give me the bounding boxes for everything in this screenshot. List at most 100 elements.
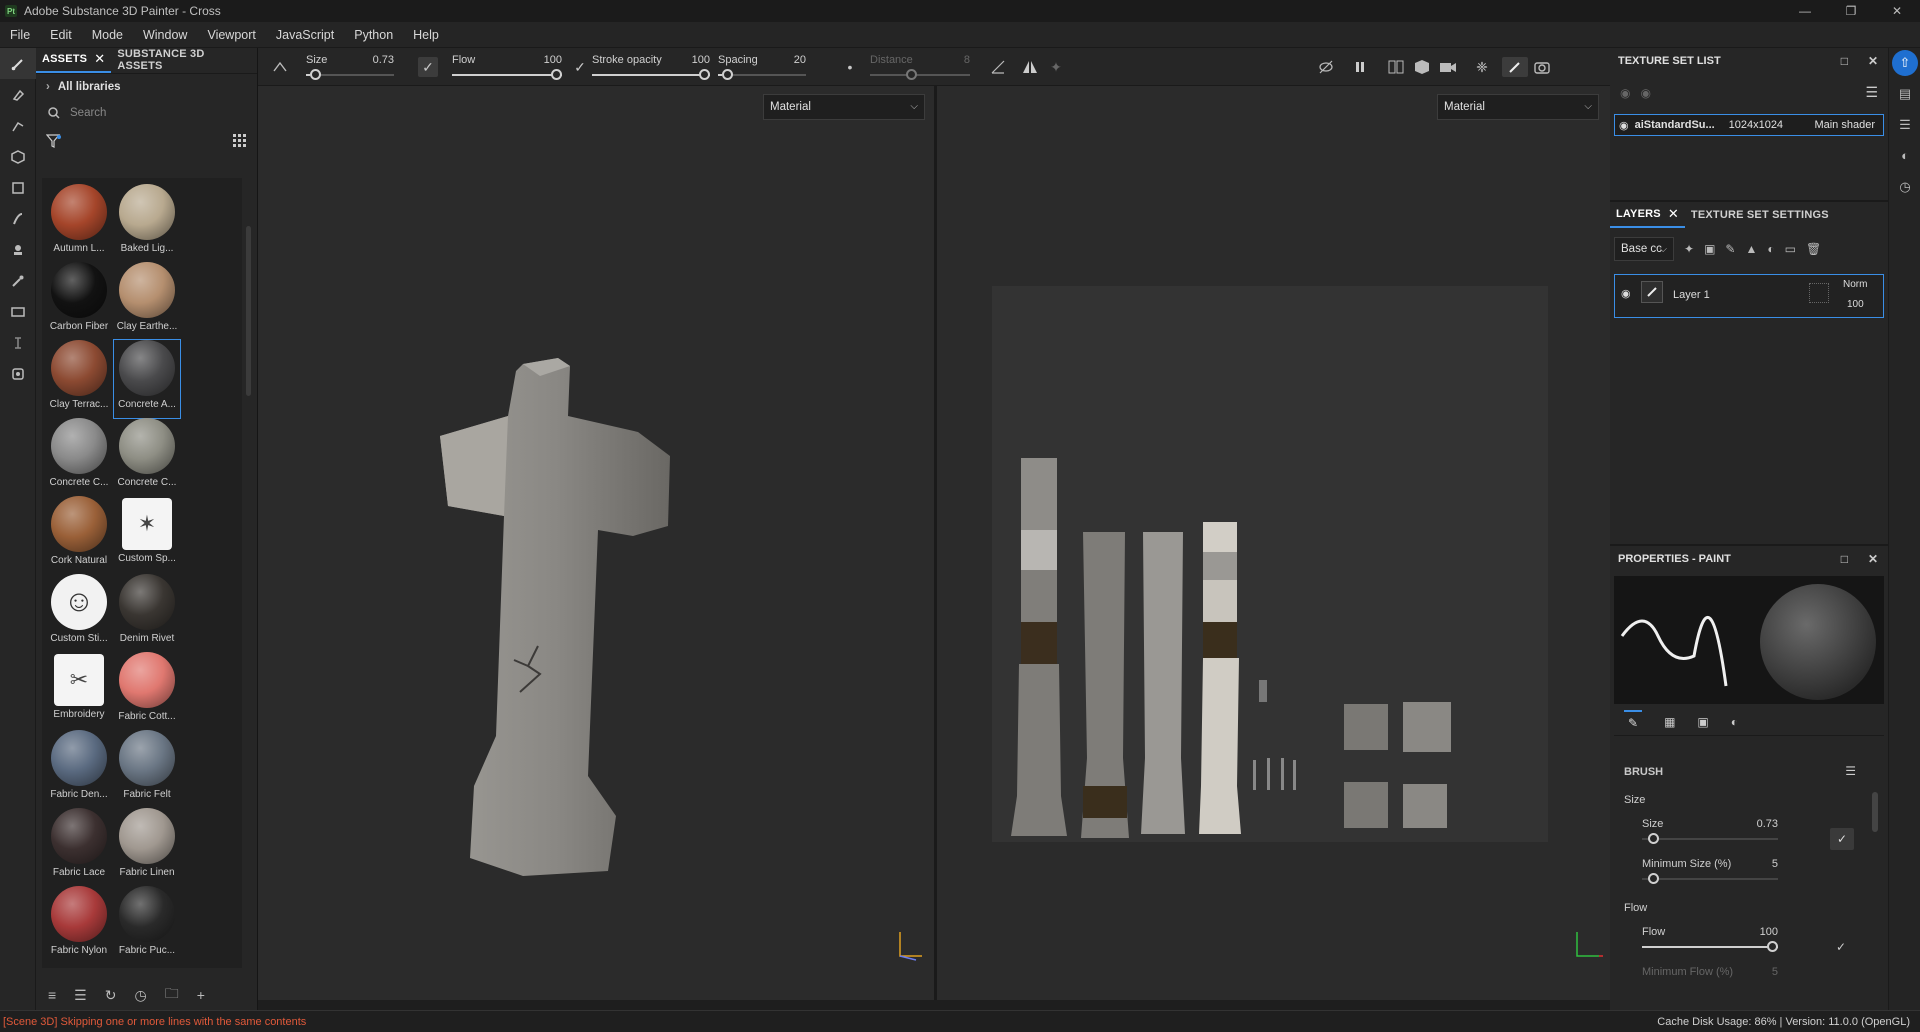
paint-brush-tool-icon[interactable] (0, 48, 36, 79)
asset-item[interactable]: ✂ Embroidery (46, 652, 112, 730)
layer-row[interactable]: ◉ Layer 1 Norm 100 (1614, 274, 1884, 318)
viewport-3d[interactable]: Material ⌵ (258, 86, 934, 1000)
add-effect-icon[interactable]: ✦ (1684, 242, 1694, 256)
folder-icon[interactable]: 🗀 (165, 983, 179, 1007)
menu-file[interactable]: File (0, 28, 40, 42)
eraser-tool-icon[interactable] (0, 79, 36, 110)
stencil-tab-icon[interactable]: ▣ (1697, 715, 1708, 729)
min-size-slider[interactable]: Minimum Size (%) 5 (1642, 856, 1778, 886)
bake-tool-icon[interactable] (0, 358, 36, 389)
asset-item[interactable]: Concrete C... (114, 418, 180, 496)
list-view-icon[interactable]: ≡ (48, 987, 56, 1003)
prop-flow-knob[interactable] (1767, 941, 1778, 952)
symmetry-brush-icon[interactable] (270, 57, 290, 77)
grid-view-icon[interactable] (233, 134, 247, 148)
pen-pressure-flow-icon[interactable]: ✓ (570, 57, 590, 77)
material-picker-tool-icon[interactable] (0, 296, 36, 327)
display-mode-cube-icon[interactable] (1412, 57, 1432, 77)
filter-icon[interactable] (46, 134, 62, 148)
pause-icon[interactable] (1350, 57, 1370, 77)
cross-model[interactable] (258, 86, 934, 1000)
float-panel-icon[interactable]: □ (1841, 54, 1848, 68)
asset-item[interactable]: Cork Natural (46, 496, 112, 574)
brush-presets-menu-icon[interactable]: ☰ (1845, 764, 1856, 778)
tab-texture-set-settings[interactable]: TEXTURE SET SETTINGS (1685, 202, 1835, 228)
asset-item[interactable]: Baked Lig... (114, 184, 180, 262)
geometry-fill-tool-icon[interactable] (0, 141, 36, 172)
smudge-tool-icon[interactable] (0, 203, 36, 234)
viewport-2d[interactable]: Material ⌵ (937, 86, 1610, 1000)
asset-item[interactable]: Fabric Puc... (114, 886, 180, 964)
close-button[interactable]: ✕ (1874, 0, 1920, 22)
menu-python[interactable]: Python (344, 28, 403, 42)
alpha-tab-icon[interactable]: ▦ (1664, 715, 1675, 729)
stroke-opacity-slider[interactable]: Stroke opacity 100 (592, 52, 710, 82)
asset-item[interactable]: Fabric Linen (114, 808, 180, 886)
asset-item[interactable]: ☺ Custom Sti... (46, 574, 112, 652)
spacing-knob[interactable] (722, 69, 733, 80)
menu-edit[interactable]: Edit (40, 28, 82, 42)
min-size-knob[interactable] (1648, 873, 1659, 884)
split-view-icon[interactable] (1386, 57, 1406, 77)
tab-assets[interactable]: ASSETS ✕ (36, 47, 112, 73)
asset-item[interactable]: Carbon Fiber (46, 262, 112, 340)
share-export-icon[interactable]: ⇧ (1892, 50, 1918, 76)
add-mask-icon[interactable]: ▣ (1704, 242, 1715, 256)
lazy-mouse-icon[interactable]: • (840, 57, 860, 77)
asset-item[interactable]: Clay Terrac... (46, 340, 112, 418)
distance-knob[interactable] (906, 69, 917, 80)
minimize-button[interactable]: — (1782, 0, 1828, 22)
asset-item[interactable]: Concrete C... (46, 418, 112, 496)
painting-mode-icon[interactable] (1502, 57, 1528, 77)
details-view-icon[interactable]: ☰ (74, 987, 87, 1004)
pen-pressure-size-icon[interactable]: ✓ (418, 57, 438, 77)
layers-icon[interactable]: ☰ (1889, 109, 1920, 140)
asset-item[interactable]: Fabric Den... (46, 730, 112, 808)
channel-dropdown[interactable]: Base cc ⌵ (1614, 237, 1674, 261)
float-panel-icon[interactable]: □ (1841, 552, 1848, 566)
hide-ui-icon[interactable] (1316, 57, 1336, 77)
eye-icon[interactable]: ◉ (1619, 119, 1629, 132)
asset-item[interactable]: Concrete A... (113, 339, 181, 419)
layer-visibility-eye-icon[interactable]: ◉ (1621, 287, 1631, 300)
material-tab-icon[interactable]: ◐ (1731, 715, 1738, 729)
refresh-icon[interactable]: ↻ (105, 987, 117, 1004)
stroke-opacity-knob[interactable] (699, 69, 710, 80)
add-fill-layer-icon[interactable]: ▲ (1745, 242, 1757, 256)
menu-help[interactable]: Help (403, 28, 449, 42)
tab-substance-3d-assets[interactable]: SUBSTANCE 3D ASSETS (111, 47, 257, 73)
delete-layer-icon[interactable]: 🗑 (1806, 242, 1821, 256)
add-icon[interactable]: + (197, 987, 205, 1003)
layer-mask-slot[interactable] (1809, 283, 1829, 303)
color-picker-tool-icon[interactable] (0, 265, 36, 296)
symmetry-icon[interactable] (1020, 57, 1040, 77)
menu-viewport[interactable]: Viewport (197, 28, 265, 42)
pen-pressure-flow-toggle[interactable]: ✓ (1836, 940, 1846, 954)
menu-window[interactable]: Window (133, 28, 197, 42)
add-paint-layer-icon[interactable]: ✎ (1725, 242, 1735, 256)
tab-layers[interactable]: LAYERS ✕ (1610, 202, 1685, 228)
display-settings-icon[interactable]: ◐ (1889, 140, 1920, 171)
history-clock-icon[interactable]: ◷ (1889, 171, 1920, 202)
asset-item[interactable]: Clay Earthe... (114, 262, 180, 340)
blend-mode-dropdown[interactable]: Norm (1843, 279, 1867, 290)
status-error-message[interactable]: [Scene 3D] Skipping one or more lines wi… (3, 1016, 306, 1028)
projection-tool-icon[interactable] (0, 110, 36, 141)
history-icon[interactable]: ◷ (134, 987, 146, 1004)
texture-set-visibility-icons[interactable]: ◉ ◉ (1620, 86, 1651, 100)
prop-size-slider[interactable]: Size 0.73 (1642, 816, 1778, 846)
search-field[interactable]: Search (36, 100, 257, 126)
min-flow-slider[interactable]: Minimum Flow (%) 5 (1642, 964, 1778, 994)
asset-item[interactable]: Autumn L... (46, 184, 112, 262)
spacing-slider[interactable]: Spacing 20 (718, 52, 806, 82)
library-selector[interactable]: › All libraries (36, 74, 257, 100)
asset-item[interactable]: Fabric Nylon (46, 886, 112, 964)
iray-render-icon[interactable]: ❈ (1472, 57, 1492, 77)
uv-texture-canvas[interactable] (937, 86, 1610, 1000)
symmetry-mirror-icon[interactable]: ✦ (1046, 57, 1066, 77)
asset-item[interactable]: Fabric Felt (114, 730, 180, 808)
close-panel-icon[interactable]: ✕ (1868, 552, 1878, 566)
layer-opacity-value[interactable]: 100 (1847, 299, 1864, 310)
close-icon[interactable]: ✕ (94, 51, 105, 67)
asset-item[interactable]: Fabric Cott... (114, 652, 180, 730)
